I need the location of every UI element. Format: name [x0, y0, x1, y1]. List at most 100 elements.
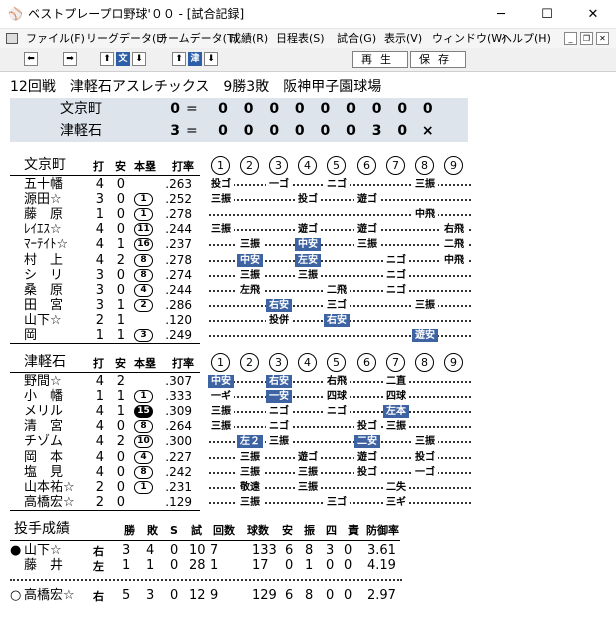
- scoreboard-inning-score: 0: [371, 101, 382, 117]
- pitcher-w: 3: [122, 543, 131, 558]
- menu-stats[interactable]: 成績(R): [230, 31, 268, 46]
- pitcher-ip: 7: [210, 543, 219, 558]
- at-bat-result: 投ゴ: [354, 420, 380, 434]
- inning-header: 2: [240, 156, 259, 175]
- at-bat-result: 三振: [412, 298, 438, 312]
- team2-down-icon[interactable]: ⬇: [204, 52, 218, 66]
- app-icon[interactable]: ⚾: [8, 7, 24, 21]
- at-bat-result: 三振: [208, 223, 234, 237]
- pitcher-hand: 右: [93, 590, 104, 603]
- menu-game[interactable]: 試合(G): [337, 31, 376, 46]
- menu-file[interactable]: ファイル(F): [26, 31, 85, 46]
- mdi-close-button[interactable]: ✕: [596, 32, 609, 45]
- at-bat-result: 一安: [266, 390, 292, 404]
- prev-arrow-icon[interactable]: ⬅: [24, 52, 38, 66]
- at-bat-dotted-line: [209, 426, 471, 429]
- at-bat-result: 二飛: [324, 283, 350, 297]
- player-ab: 3: [95, 282, 104, 298]
- team1-button[interactable]: 文: [116, 52, 130, 66]
- at-bat-result: 右安: [324, 313, 350, 327]
- maximize-button[interactable]: ☐: [524, 0, 570, 29]
- inning-header: 5: [327, 353, 346, 372]
- header-ab: 打: [93, 357, 104, 370]
- player-h: 2: [116, 374, 125, 389]
- pitcher-bb: 3: [326, 543, 335, 558]
- at-bat-result: 中安: [208, 375, 234, 388]
- player-h: 0: [116, 177, 125, 192]
- at-bat-result: 敬遠: [237, 480, 263, 494]
- pitching-header: 勝: [124, 524, 135, 537]
- player-avg: .264: [165, 419, 192, 434]
- player-avg: .231: [165, 479, 192, 494]
- player-name: 山本祐☆: [24, 479, 75, 495]
- mdi-minimize-button[interactable]: _: [564, 32, 577, 45]
- pitcher-s: 0: [170, 543, 179, 558]
- at-bat-result: 中安: [295, 238, 321, 252]
- player-name: 高橋宏☆: [24, 494, 75, 510]
- at-bat-result: 三振: [237, 268, 263, 282]
- menu-help[interactable]: ヘルプ(H): [501, 31, 551, 46]
- menu-team-data[interactable]: チームデータ(T): [157, 31, 238, 46]
- at-bat-result: 三振: [208, 420, 234, 434]
- player-ab: 4: [95, 419, 104, 435]
- scoreboard-inning-score: 0: [294, 123, 305, 139]
- team2-button[interactable]: 津: [188, 52, 202, 66]
- player-h: 1: [116, 312, 125, 328]
- pitcher-name: 藤 井: [24, 558, 64, 573]
- menu-window[interactable]: ウィンドウ(W): [432, 31, 506, 46]
- team1-down-icon[interactable]: ⬇: [132, 52, 146, 66]
- at-bat-result: 一ゴ: [266, 178, 292, 191]
- pitcher-er: 0: [344, 543, 353, 558]
- player-ab: 4: [95, 222, 104, 238]
- pitcher-er: 0: [344, 588, 353, 603]
- scoreboard-inning-score: 0: [320, 123, 331, 139]
- player-h: 1: [116, 328, 125, 343]
- at-bat-result: 三振: [237, 465, 263, 479]
- at-bat-result: ニゴ: [324, 178, 350, 191]
- player-ab: 3: [95, 297, 104, 313]
- player-ab: 2: [95, 479, 104, 495]
- menu-league-data[interactable]: リーグデータ(L): [86, 31, 167, 46]
- at-bat-result: 三振: [295, 268, 321, 282]
- at-bat-result: 遊ゴ: [354, 223, 380, 237]
- decision-mark: ○: [10, 588, 22, 603]
- pitching-header: 責: [348, 524, 359, 537]
- at-bat-result: 四球: [324, 390, 350, 404]
- scoreboard-inning-score: 0: [346, 123, 356, 139]
- player-avg: .244: [165, 282, 192, 297]
- document-icon[interactable]: [6, 33, 18, 44]
- inning-header: 1: [211, 156, 230, 175]
- menu-schedule[interactable]: 日程表(S): [276, 31, 325, 46]
- replay-button[interactable]: 再生: [352, 51, 408, 68]
- minimize-button[interactable]: ─: [478, 0, 524, 29]
- player-ab: 4: [95, 252, 104, 268]
- scoreboard-inning-score: 0: [269, 123, 280, 139]
- pitcher-l: 3: [146, 588, 155, 603]
- inning-header: 6: [357, 156, 376, 175]
- next-arrow-icon[interactable]: ➡: [63, 52, 77, 66]
- pitching-header: 振: [304, 524, 315, 537]
- pitcher-h: 6: [285, 543, 294, 558]
- menu-view[interactable]: 表示(V): [384, 31, 422, 46]
- close-button[interactable]: ✕: [570, 0, 616, 29]
- at-bat-result: 三振: [412, 178, 438, 191]
- team2-up-icon[interactable]: ⬆: [172, 52, 186, 66]
- at-bat-result: ニゴ: [266, 405, 292, 419]
- at-bat-dotted-line: [209, 199, 471, 202]
- pitcher-h: 0: [285, 558, 294, 573]
- player-name: ﾚｲｴｽ☆: [24, 222, 62, 238]
- save-button[interactable]: 保存: [410, 51, 466, 68]
- at-bat-result: ニゴ: [324, 405, 350, 419]
- pitcher-l: 1: [146, 558, 155, 573]
- at-bat-result: 三振: [237, 450, 263, 464]
- player-avg: .263: [165, 177, 192, 191]
- mdi-restore-button[interactable]: ❐: [580, 32, 593, 45]
- team1-up-icon[interactable]: ⬆: [100, 52, 114, 66]
- inning-header: 9: [444, 156, 463, 175]
- at-bat-result: ニゴ: [383, 283, 409, 297]
- inning-header: 5: [327, 156, 346, 175]
- player-h: 0: [116, 464, 125, 480]
- player-ab: 1: [95, 207, 104, 223]
- player-name: 野間☆: [24, 374, 62, 389]
- at-bat-result: 三振: [208, 193, 234, 207]
